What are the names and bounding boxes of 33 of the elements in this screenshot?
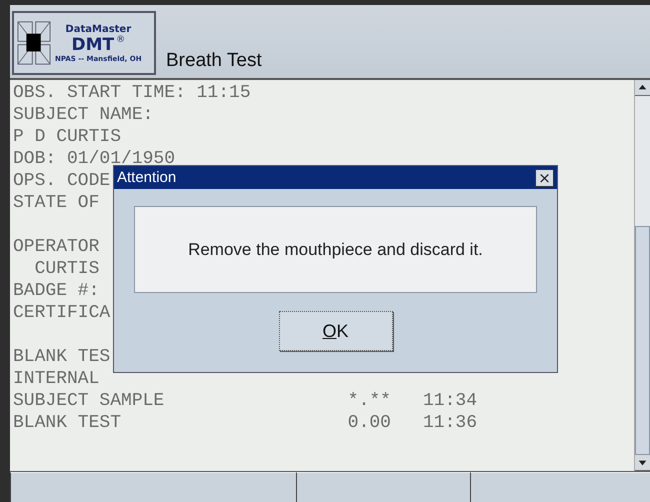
dialog-title: Attention (117, 169, 176, 186)
report-line: BADGE #: (13, 280, 100, 302)
scroll-thumb[interactable] (635, 226, 650, 455)
report-line: BLANK TEST (13, 412, 122, 434)
report-line: P D CURTIS (13, 126, 122, 148)
scroll-up-icon[interactable] (635, 80, 650, 96)
result-time: 11:36 (423, 412, 478, 434)
report-line: DOB: 01/01/1950 (13, 148, 176, 170)
result-time: 11:34 (423, 390, 478, 412)
report-line: OPERATOR (13, 236, 100, 258)
model-name: DMT (71, 34, 114, 54)
logo-icon (17, 21, 51, 65)
result-value: *.** (346, 390, 391, 412)
report-line: CERTIFICA (13, 302, 110, 324)
brand-name: DataMaster (65, 24, 132, 34)
softkey-button[interactable] (10, 472, 296, 502)
ok-button[interactable]: OK (278, 311, 392, 351)
softkey-button[interactable] (296, 472, 470, 502)
close-button[interactable]: × (535, 168, 554, 186)
report-line: STATE OF (13, 192, 100, 214)
scroll-down-icon[interactable] (635, 455, 650, 471)
report-line: SUBJECT SAMPLE (13, 390, 166, 412)
report-line: OPS. CODE (13, 170, 110, 192)
report-line: CURTIS (34, 258, 100, 280)
result-value: 0.00 (346, 412, 391, 434)
registered-mark: ® (116, 34, 126, 44)
screen-title: Breath Test (166, 50, 262, 72)
report-line: OBS. START TIME: 11:15 (13, 82, 251, 104)
report-line: SUBJECT NAME: (13, 104, 154, 126)
scrollbar[interactable] (634, 80, 650, 471)
dialog-message: Remove the mouthpiece and discard it. (188, 240, 483, 260)
report-line: INTERNAL (13, 368, 100, 390)
report-line: BLANK TES (13, 346, 110, 368)
